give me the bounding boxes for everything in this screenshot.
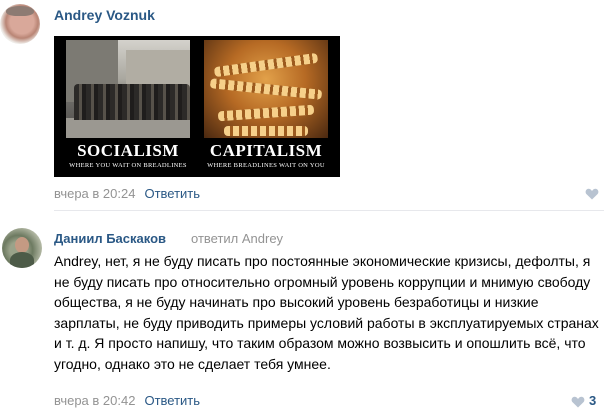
meme-right-title: CAPITALISM bbox=[209, 141, 323, 160]
avatar[interactable] bbox=[0, 4, 40, 44]
comment-timestamp[interactable]: вчера в 20:42 bbox=[54, 393, 135, 408]
heart-icon[interactable] bbox=[571, 396, 585, 408]
comment-text: Andrey, нет, я не буду писать про постоя… bbox=[54, 253, 599, 372]
comment-meta: вчера в 20:42 Ответить bbox=[54, 393, 200, 408]
comment-timestamp[interactable]: вчера в 20:24 bbox=[54, 186, 135, 201]
replied-to-link[interactable]: ответил Andrey bbox=[191, 231, 283, 246]
bread-factory-photo bbox=[204, 40, 328, 138]
meme-left-title: SOCIALISM bbox=[77, 141, 179, 160]
meme-left-subtitle: WHERE YOU WAIT ON BREADLINES bbox=[69, 162, 187, 169]
breadline-photo bbox=[66, 40, 190, 138]
like-count[interactable]: 3 bbox=[589, 393, 596, 408]
comment-author[interactable]: Andrey Voznuk bbox=[54, 7, 155, 23]
comment: Andrey Voznuk SOCIALISM WHERE YOU WAIT O… bbox=[0, 0, 604, 210]
meme-right-subtitle: WHERE BREADLINES WAIT ON YOU bbox=[207, 162, 325, 169]
heart-icon[interactable] bbox=[585, 188, 599, 200]
meme-image[interactable]: SOCIALISM WHERE YOU WAIT ON BREADLINES C… bbox=[54, 36, 340, 177]
comment-meta: вчера в 20:24 Ответить bbox=[54, 186, 200, 201]
avatar[interactable] bbox=[2, 228, 42, 268]
reply-button[interactable]: Ответить bbox=[144, 393, 200, 408]
comment-author[interactable]: Даниил Баскаков bbox=[54, 231, 166, 246]
comment: Даниил Баскаков ответил Andrey Andrey, н… bbox=[0, 210, 604, 408]
reply-button[interactable]: Ответить bbox=[144, 186, 200, 201]
